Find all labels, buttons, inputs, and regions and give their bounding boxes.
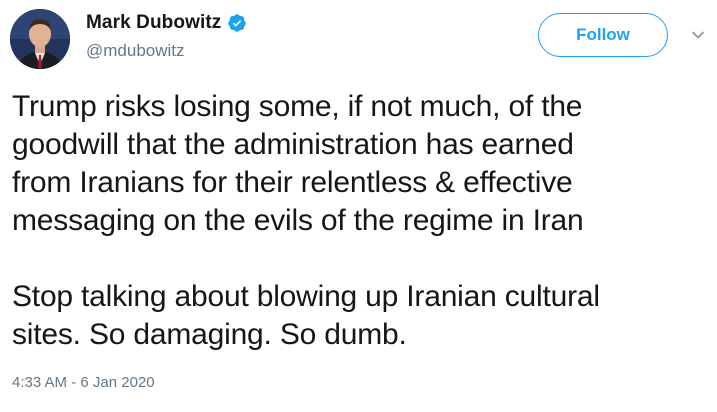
avatar[interactable]: [10, 9, 70, 69]
author-handle[interactable]: @mdubowitz: [86, 41, 247, 61]
tweet-timestamp[interactable]: 4:33 AM - 6 Jan 2020: [12, 374, 155, 391]
author-name-row: Mark Dubowitz: [86, 9, 247, 37]
tweet-text-line: Trump risks losing some, if not much, of…: [12, 90, 583, 123]
tweet-text: Trump risks losing some, if not much, of…: [12, 88, 712, 354]
verified-badge-icon: [227, 13, 247, 33]
tweet-text-line: from Iranians for their relentless & eff…: [12, 166, 573, 199]
follow-button[interactable]: Follow: [538, 13, 668, 57]
tweet-paragraph-2: Stop talking about blowing up Iranian cu…: [12, 278, 712, 354]
tweet-card: Mark Dubowitz @mdubowitz Follow Trump ri…: [0, 0, 717, 412]
chevron-down-icon[interactable]: [690, 27, 706, 43]
author-display-name[interactable]: Mark Dubowitz: [86, 12, 221, 34]
tweet-paragraph-1: Trump risks losing some, if not much, of…: [12, 88, 712, 240]
tweet-text-line: sites. So damaging. So dumb.: [12, 318, 407, 351]
avatar-image: [10, 9, 70, 69]
tweet-text-line: messaging on the evils of the regime in …: [12, 204, 584, 237]
tweet-text-line: Stop talking about blowing up Iranian cu…: [12, 280, 600, 313]
tweet-text-line: goodwill that the administration has ear…: [12, 128, 574, 161]
author-block: Mark Dubowitz @mdubowitz: [86, 9, 247, 61]
